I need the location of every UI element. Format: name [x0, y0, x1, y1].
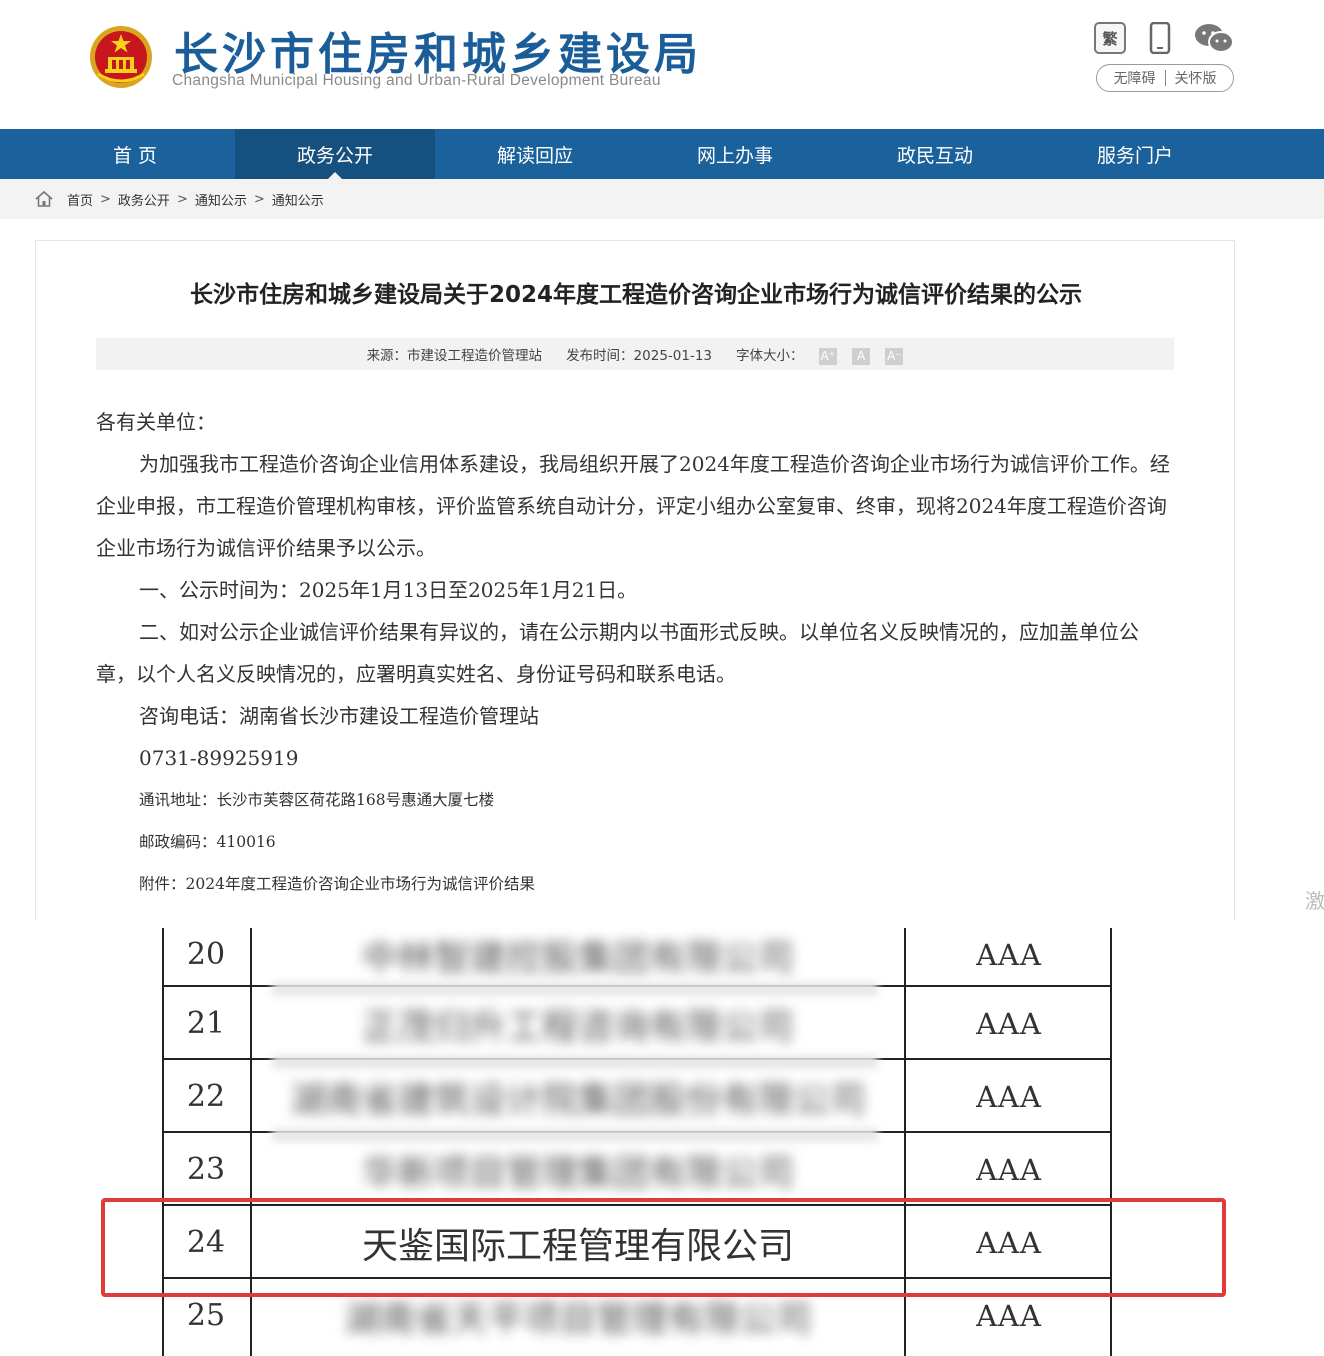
nav-item-online-services[interactable]: 网上办事 [635, 129, 835, 179]
font-decrease-button[interactable]: A⁻ [885, 347, 904, 365]
article-publish-time: 发布时间：2025-01-13 [566, 348, 713, 364]
nav-item-service-portal[interactable]: 服务门户 [1035, 129, 1235, 179]
breadcrumb-current[interactable]: 通知公示 [272, 190, 324, 209]
article-body: 各有关单位： 为加强我市工程造价咨询企业信用体系建设，我局组织开展了2024年度… [96, 401, 1176, 905]
breadcrumb-separator: > [253, 191, 265, 207]
paragraph-objection: 二、如对公示企业诚信评价结果有异议的，请在公示期内以书面形式反映。以单位名义反映… [96, 620, 1139, 686]
contact-address: 通讯地址：长沙市芙蓉区荷花路168号惠通大厦七楼 [139, 791, 495, 809]
wechat-icon[interactable] [1194, 22, 1234, 54]
accessibility-button[interactable]: 无障碍 [1114, 68, 1156, 88]
side-watermark-text: 激 [1305, 889, 1324, 913]
home-icon [35, 190, 53, 207]
table-row: 20 中林智建控股集团有限公司 AAA [162, 920, 1112, 991]
credit-grade: AAA [976, 1079, 1042, 1114]
mobile-phone-icon[interactable] [1144, 22, 1176, 54]
company-name-blurred: 湖南省建筑设计院集团股份有限公司 [289, 1079, 866, 1121]
nav-item-government-affairs[interactable]: 政务公开 [235, 129, 435, 179]
nav-item-interaction[interactable]: 政民互动 [835, 129, 1035, 179]
breadcrumb: 首页 > 政务公开 > 通知公示 > 通知公示 [0, 179, 1324, 219]
row-number: 20 [186, 937, 226, 972]
accessibility-bar: 无障碍 关怀版 [1096, 64, 1234, 92]
breadcrumb-notices[interactable]: 通知公示 [195, 190, 247, 209]
nav-item-interpretation[interactable]: 解读回应 [435, 129, 635, 179]
site-subtitle: Changsha Municipal Housing and Urban-Rur… [172, 72, 661, 89]
highlight-box [101, 1198, 1226, 1297]
company-name-blurred: 正茂归升工程咨询有限公司 [361, 1006, 794, 1048]
contact-phone: 0731-89925919 [139, 746, 299, 770]
company-name-blurred: 中林智建控股集团有限公司 [361, 937, 794, 979]
attachment-link[interactable]: 附件：2024年度工程造价咨询企业市场行为诚信评价结果 [96, 863, 1176, 905]
contact-line: 咨询电话：湖南省长沙市建设工程造价管理站 [139, 704, 539, 728]
site-header: 长沙市住房和城乡建设局 Changsha Municipal Housing a… [0, 0, 1324, 129]
header-tools: 繁 [1094, 22, 1236, 58]
divider [1164, 70, 1166, 86]
font-size-control: 字体大小： A⁺ A A⁻ [736, 344, 904, 365]
national-emblem-icon [90, 26, 152, 88]
main-nav: 首 页 政务公开 解读回应 网上办事 政民互动 服务门户 [0, 129, 1324, 179]
font-normal-button[interactable]: A [852, 347, 871, 365]
postcode: 邮政编码：410016 [139, 833, 276, 851]
company-name-blurred: 华新项目管理集团有限公司 [361, 1152, 794, 1194]
nav-item-home[interactable]: 首 页 [35, 129, 235, 179]
article-title: 长沙市住房和城乡建设局关于2024年度工程造价咨询企业市场行为诚信评价结果的公示 [189, 282, 1082, 308]
blur-smear [272, 1128, 878, 1142]
breadcrumb-government-affairs[interactable]: 政务公开 [118, 190, 170, 209]
greeting: 各有关单位： [96, 410, 216, 434]
traditional-chinese-icon[interactable]: 繁 [1094, 22, 1126, 54]
blur-smear [272, 982, 878, 996]
font-increase-button[interactable]: A⁺ [818, 347, 837, 365]
paragraph-intro: 为加强我市工程造价咨询企业信用体系建设，我局组织开展了2024年度工程造价咨询企… [96, 452, 1170, 560]
article-panel: 长沙市住房和城乡建设局关于2024年度工程造价咨询企业市场行为诚信评价结果的公示… [35, 240, 1235, 920]
font-size-label: 字体大小： [736, 347, 804, 364]
paragraph-period: 一、公示时间为：2025年1月13日至2025年1月21日。 [139, 578, 638, 602]
credit-grade: AAA [976, 1152, 1042, 1187]
breadcrumb-separator: > [176, 191, 188, 207]
credit-grade: AAA [976, 1006, 1042, 1041]
article-meta: 来源：市建设工程造价管理站 发布时间：2025-01-13 字体大小： A⁺ A… [96, 338, 1174, 370]
breadcrumb-home[interactable]: 首页 [67, 190, 93, 209]
credit-grade: AAA [976, 937, 1042, 972]
blur-smear [272, 1055, 878, 1069]
row-number: 23 [186, 1152, 226, 1187]
row-number: 21 [186, 1006, 226, 1041]
care-mode-button[interactable]: 关怀版 [1175, 68, 1217, 88]
row-number: 22 [186, 1079, 226, 1114]
article-source: 来源：市建设工程造价管理站 [366, 348, 543, 364]
breadcrumb-separator: > [100, 191, 111, 207]
